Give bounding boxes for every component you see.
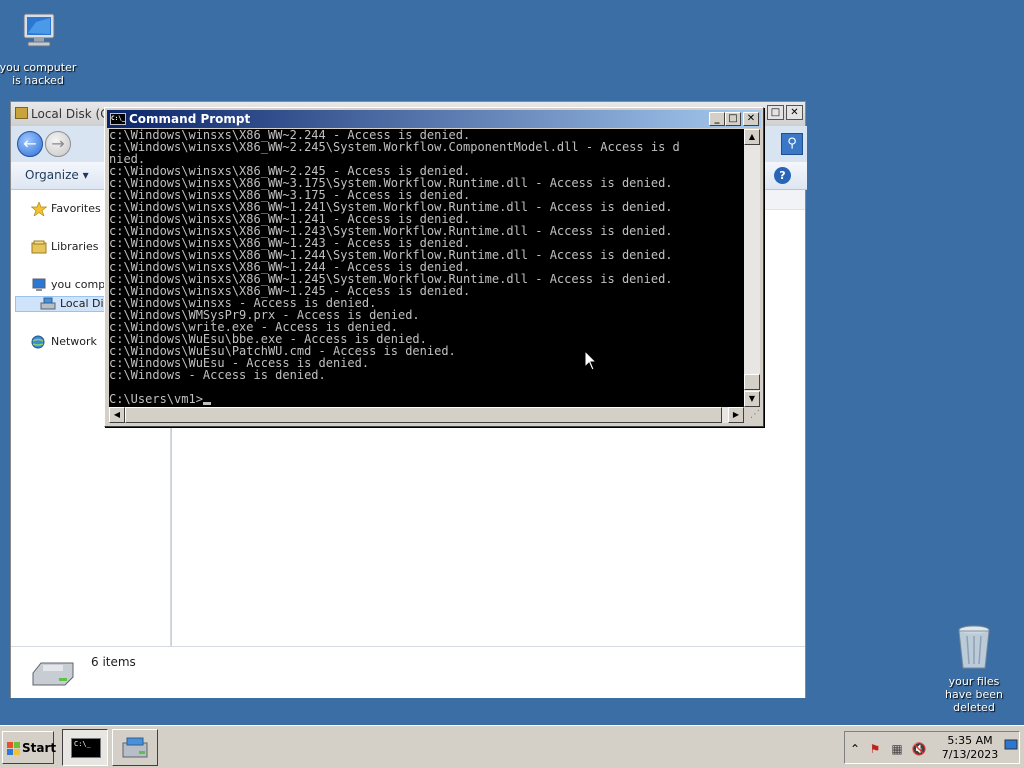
star-icon bbox=[30, 201, 48, 217]
command-prompt-window[interactable]: C:\_ Command Prompt _ □ ✕ c:\Windows\win… bbox=[104, 107, 764, 427]
maximize-button[interactable]: □ bbox=[725, 112, 741, 126]
mouse-pointer-icon bbox=[584, 349, 598, 372]
action-center-flag-icon[interactable]: ⚑ bbox=[867, 741, 883, 757]
desktop-icon-recycle-bin[interactable]: your files have been deleted bbox=[934, 624, 1014, 714]
back-arrow-icon[interactable]: ← bbox=[17, 131, 43, 157]
drive-icon bbox=[31, 659, 75, 687]
scroll-left-arrow-icon[interactable]: ◀ bbox=[109, 407, 125, 423]
clock[interactable]: 5:35 AM 7/13/2023 bbox=[935, 734, 1005, 762]
clock-date: 7/13/2023 bbox=[941, 748, 999, 761]
recycle-bin-icon bbox=[950, 624, 998, 672]
cmd-title: Command Prompt bbox=[129, 112, 251, 126]
console-line: c:\Windows - Access is denied. bbox=[109, 368, 326, 382]
start-button[interactable]: Start bbox=[2, 731, 56, 764]
cmd-icon: C:\_ bbox=[110, 113, 126, 125]
vertical-scrollbar[interactable]: ▲ ▼ bbox=[744, 129, 760, 407]
volume-muted-icon[interactable]: 🔇 bbox=[911, 741, 927, 757]
drive-icon bbox=[15, 107, 28, 119]
show-hidden-icons-icon[interactable]: ⌃ bbox=[847, 741, 863, 757]
explorer-maximize-button[interactable]: □ bbox=[767, 105, 784, 120]
taskbar: Start C:\_ ⌃ ⚑ ▦ 🔇 5:35 AM 7/13/2023 bbox=[0, 725, 1024, 768]
search-icon[interactable]: ⚲ bbox=[781, 133, 803, 155]
nav-item-network[interactable]: Network bbox=[31, 335, 97, 349]
scroll-up-arrow-icon[interactable]: ▲ bbox=[744, 129, 760, 145]
taskbar-explorer[interactable] bbox=[112, 729, 158, 766]
console-output[interactable]: c:\Windows\winsxs\X86_WW~2.244 - Access … bbox=[109, 129, 744, 407]
forward-arrow-icon[interactable]: → bbox=[45, 131, 71, 157]
network-status-icon[interactable]: ▦ bbox=[889, 741, 905, 757]
libraries-icon bbox=[31, 240, 47, 254]
system-tray: ⌃ ⚑ ▦ 🔇 5:35 AM 7/13/2023 bbox=[844, 731, 1020, 764]
console-prompt: C:\Users\vm1> bbox=[109, 393, 744, 405]
horizontal-scroll-thumb[interactable] bbox=[125, 407, 722, 423]
drive-icon bbox=[40, 297, 56, 311]
clock-time: 5:35 AM bbox=[947, 734, 993, 747]
nav-item-libraries[interactable]: Libraries bbox=[31, 240, 99, 254]
cmd-icon: C:\_ bbox=[71, 738, 101, 758]
nav-item-favorites[interactable]: Favorites bbox=[30, 201, 101, 217]
computer-icon bbox=[14, 10, 62, 58]
windows-logo-icon bbox=[7, 742, 21, 756]
desktop-icon-label: you computer is hacked bbox=[0, 61, 77, 87]
desktop-icon-computer[interactable]: you computer is hacked bbox=[0, 10, 78, 87]
vertical-scroll-thumb[interactable] bbox=[744, 374, 760, 390]
details-pane: 6 items bbox=[11, 646, 805, 698]
show-desktop-icon[interactable] bbox=[1003, 738, 1019, 754]
close-button[interactable]: ✕ bbox=[743, 112, 759, 126]
item-count: 6 items bbox=[91, 655, 136, 669]
nav-item-computer[interactable]: you compu bbox=[31, 278, 112, 292]
scroll-right-arrow-icon[interactable]: ▶ bbox=[728, 407, 744, 423]
cmd-title-bar[interactable]: C:\_ Command Prompt _ □ ✕ bbox=[107, 110, 761, 128]
horizontal-scrollbar[interactable]: ◀ ▶ bbox=[109, 407, 744, 423]
minimize-button[interactable]: _ bbox=[709, 112, 725, 126]
explorer-title: Local Disk (C bbox=[31, 107, 109, 121]
network-icon bbox=[31, 335, 47, 349]
resize-grip-icon[interactable]: ⋰ bbox=[744, 407, 760, 423]
organize-button[interactable]: Organize ▾ bbox=[25, 168, 89, 182]
console-line: c:\Windows\winsxs\X86_WW~2.245\System.Wo… bbox=[109, 140, 680, 154]
desktop-icon-label: your files have been deleted bbox=[945, 675, 1003, 714]
taskbar-command-prompt[interactable]: C:\_ bbox=[62, 729, 108, 766]
scroll-down-arrow-icon[interactable]: ▼ bbox=[744, 391, 760, 407]
computer-icon bbox=[31, 278, 47, 292]
explorer-close-button[interactable]: ✕ bbox=[786, 105, 803, 120]
explorer-icon bbox=[121, 737, 151, 763]
text-cursor bbox=[202, 402, 211, 405]
help-icon[interactable]: ? bbox=[774, 167, 791, 184]
